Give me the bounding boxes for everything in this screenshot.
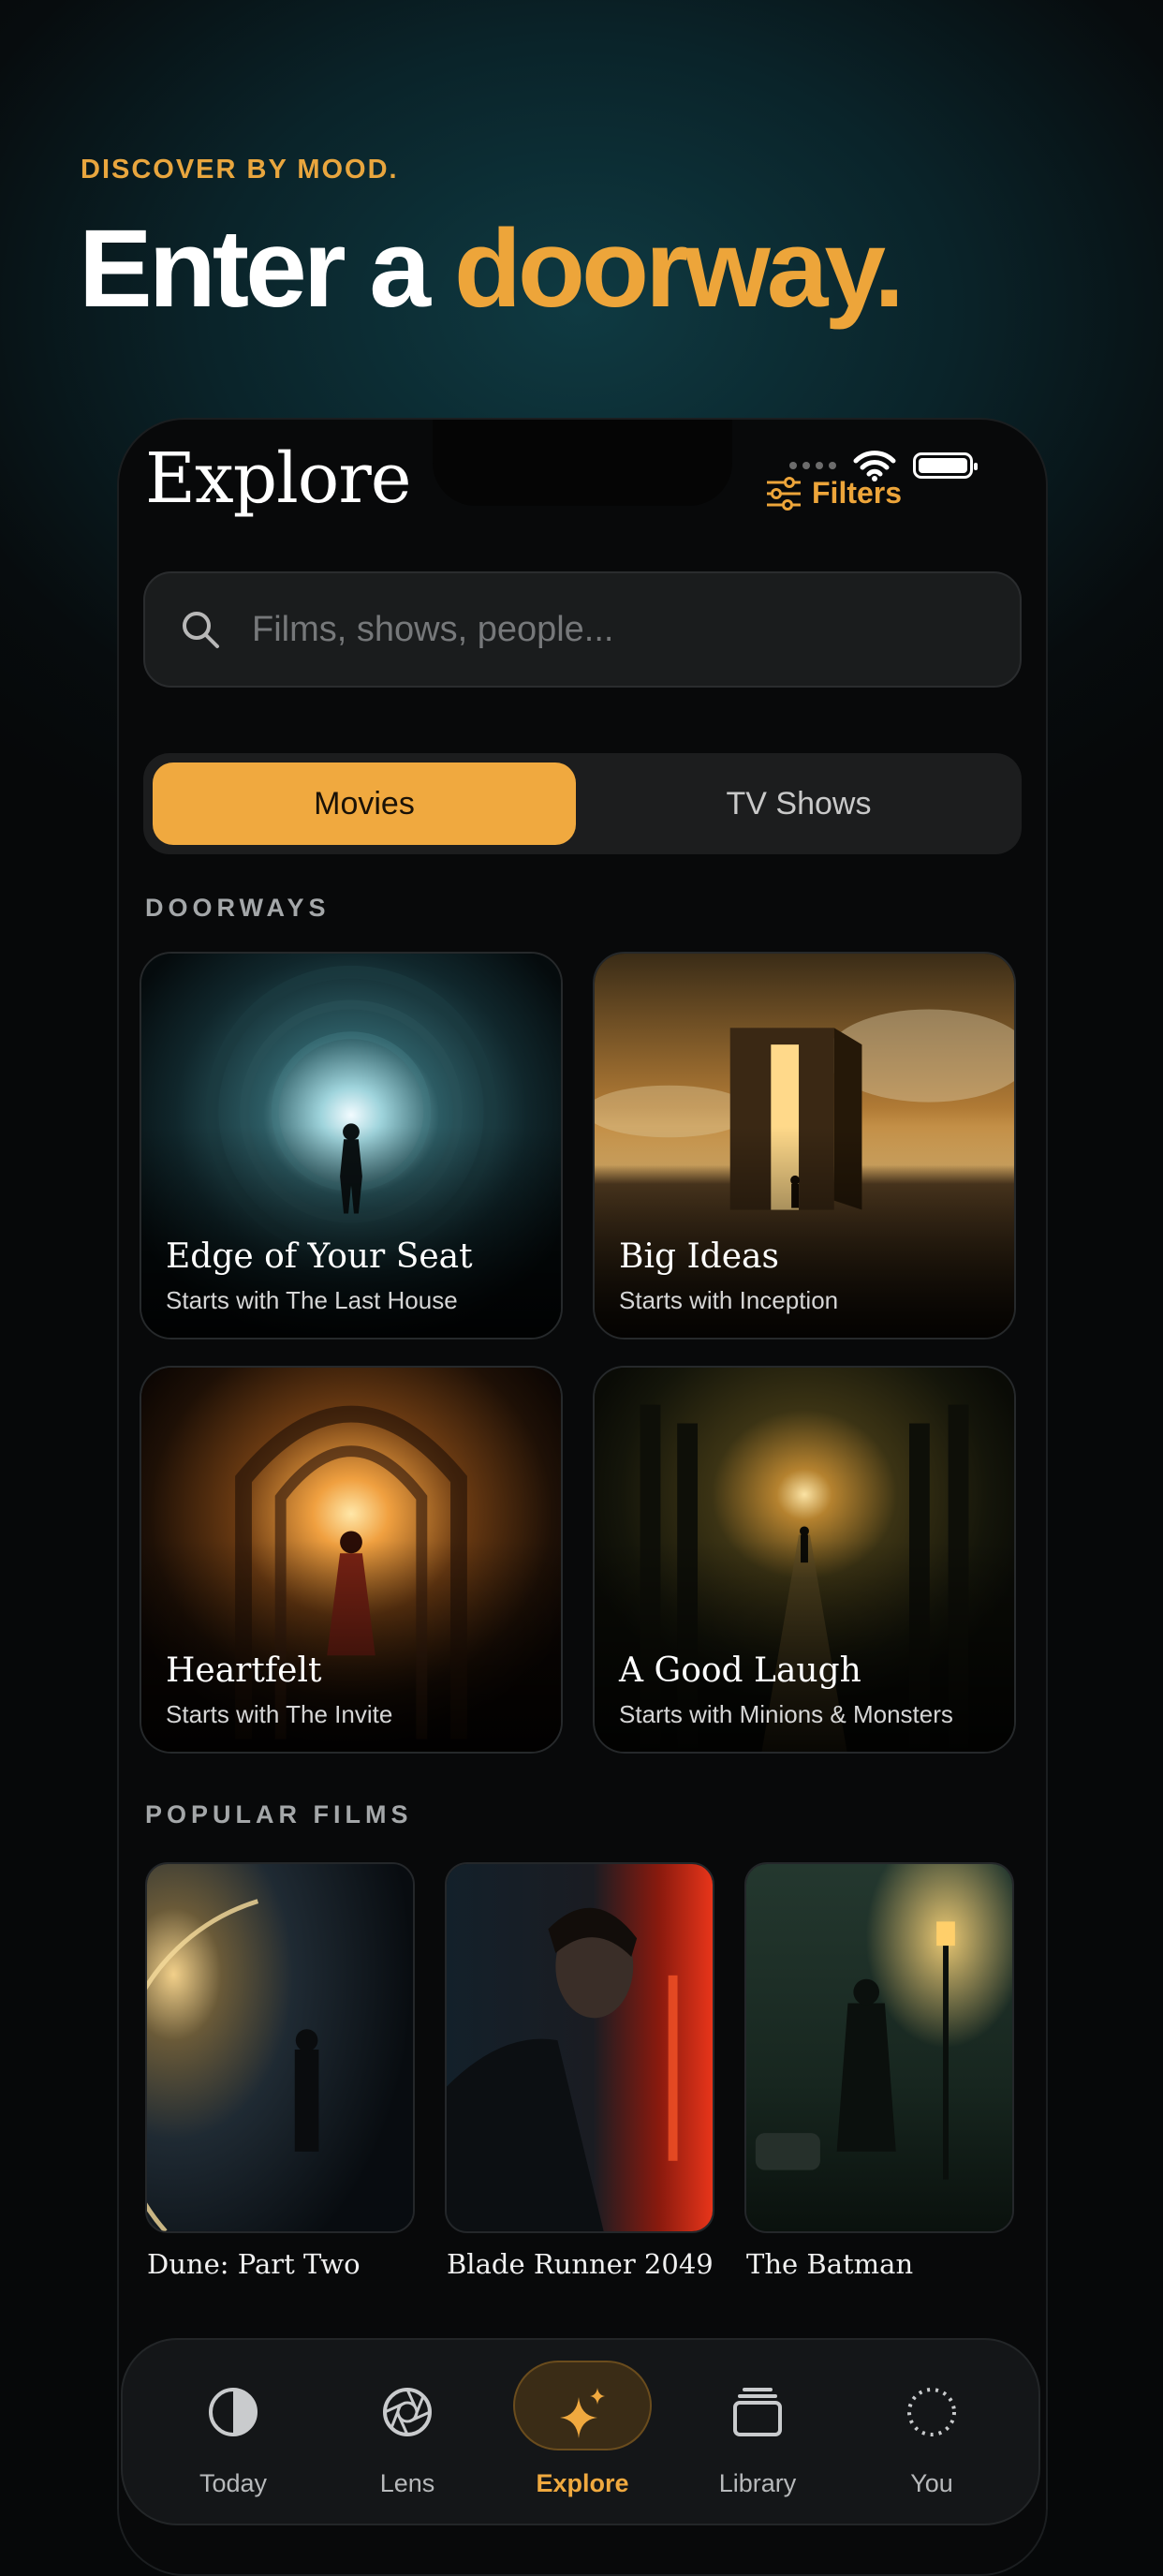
doorway-card-heartfelt[interactable]: Heartfelt Starts with The Invite: [140, 1366, 563, 1754]
half-circle-icon: [200, 2379, 266, 2445]
film-title: The Batman: [746, 2248, 914, 2280]
phone-frame: Explore Filters Movies TV Shows: [117, 418, 1048, 2576]
filters-button[interactable]: Filters: [767, 476, 902, 511]
tab-library[interactable]: Library: [669, 2340, 846, 2527]
headline-start: Enter a: [79, 207, 454, 331]
tab-label: Today: [199, 2469, 268, 2497]
signal-icon: [789, 462, 836, 469]
card-subtitle: Starts with Inception: [619, 1286, 839, 1314]
card-title: Heartfelt: [166, 1651, 322, 1690]
tab-label: Lens: [379, 2469, 435, 2497]
sparkle-icon: [550, 2379, 615, 2445]
tab-label: Explore: [536, 2469, 629, 2497]
card-title: Edge of Your Seat: [166, 1237, 473, 1276]
tab-label: Library: [718, 2469, 797, 2497]
card-shade: [141, 954, 561, 1338]
headline-accent: doorway.: [453, 207, 905, 331]
poster-dune-part-two[interactable]: [145, 1862, 415, 2233]
doorway-card-a-good-laugh[interactable]: A Good Laugh Starts with Minions & Monst…: [593, 1366, 1016, 1754]
promo-kicker: DISCOVER BY MOOD.: [81, 155, 399, 185]
search-bar[interactable]: [143, 571, 1022, 688]
filters-label: Filters: [812, 476, 903, 510]
card-subtitle: Starts with The Invite: [166, 1700, 393, 1728]
dune-poster-art: [147, 1864, 413, 2231]
dynamic-island: [433, 420, 732, 506]
search-input[interactable]: [250, 608, 965, 651]
aperture-icon: [375, 2379, 440, 2445]
batman-poster-art: [746, 1864, 1012, 2231]
card-shade: [141, 1368, 561, 1752]
segment-movies[interactable]: Movies: [153, 762, 576, 845]
media-type-segmented-control: Movies TV Shows: [143, 753, 1022, 854]
page-title: Explore: [145, 438, 412, 519]
card-subtitle: Starts with The Last House: [166, 1286, 458, 1314]
battery-icon: [913, 452, 978, 479]
poster-the-batman[interactable]: [744, 1862, 1014, 2233]
card-shade: [595, 1368, 1014, 1752]
doorway-card-edge-of-your-seat[interactable]: Edge of Your Seat Starts with The Last H…: [140, 952, 563, 1340]
stack-icon: [725, 2379, 790, 2445]
card-subtitle: Starts with Minions & Monsters: [619, 1700, 953, 1728]
tab-today[interactable]: Today: [144, 2340, 322, 2527]
tab-bar: Today Lens Explore Library You: [121, 2338, 1040, 2525]
card-title: Big Ideas: [619, 1237, 779, 1276]
tab-label: You: [910, 2469, 953, 2497]
promo-headline: Enter a doorway.: [79, 207, 905, 331]
card-title: A Good Laugh: [619, 1651, 861, 1690]
search-icon: [183, 612, 219, 648]
sliders-icon: [767, 476, 801, 511]
film-title: Dune: Part Two: [147, 2248, 361, 2280]
poster-blade-runner-2049[interactable]: [445, 1862, 714, 2233]
tab-lens[interactable]: Lens: [318, 2340, 496, 2527]
tab-explore[interactable]: Explore: [493, 2340, 671, 2527]
tab-you[interactable]: You: [843, 2340, 1021, 2527]
section-label-doorways: DOORWAYS: [145, 894, 331, 922]
segment-tv-shows[interactable]: TV Shows: [587, 762, 1010, 845]
card-shade: [595, 954, 1014, 1338]
blade-runner-poster-art: [447, 1864, 713, 2231]
dotted-circle-icon: [899, 2379, 964, 2445]
film-title: Blade Runner 2049: [447, 2248, 714, 2280]
doorway-card-big-ideas[interactable]: Big Ideas Starts with Inception: [593, 952, 1016, 1340]
section-label-popular-films: POPULAR FILMS: [145, 1800, 413, 1828]
